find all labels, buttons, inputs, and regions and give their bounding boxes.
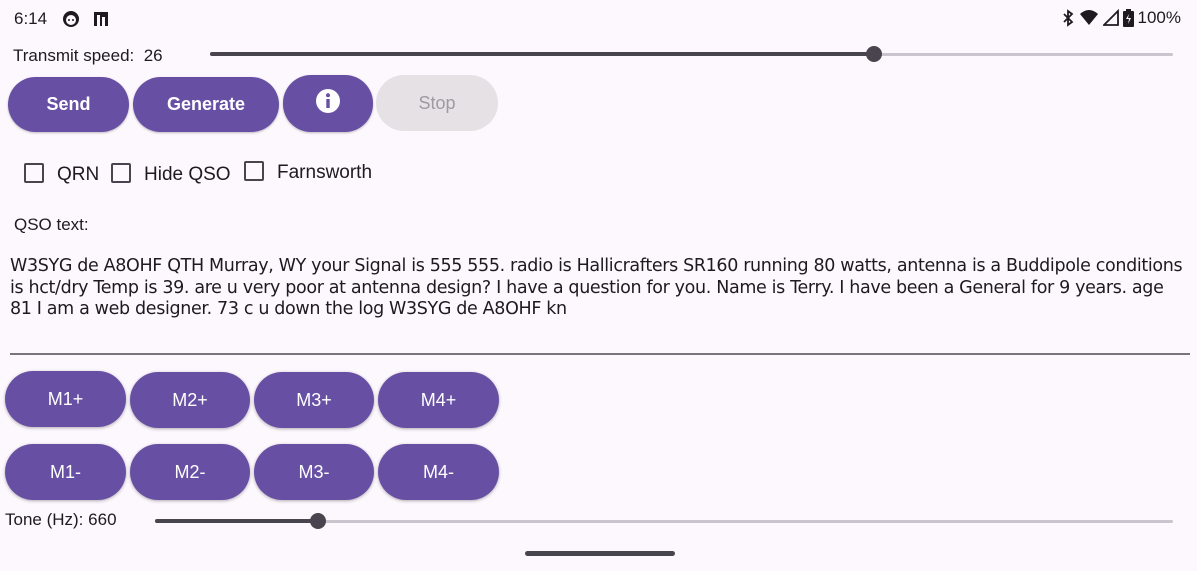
hide-qso-label: Hide QSO — [144, 164, 231, 185]
farnsworth-checkbox[interactable] — [244, 161, 264, 181]
m4-plus-button[interactable]: M4+ — [378, 372, 499, 428]
tone-value: 660 — [88, 510, 117, 529]
transmit-speed-text: Transmit speed: — [13, 46, 135, 65]
generate-button[interactable]: Generate — [133, 77, 279, 132]
tone-text: Tone (Hz): — [5, 510, 84, 529]
m2-plus-button[interactable]: M2+ — [130, 372, 250, 428]
battery-percent: 100% — [1137, 8, 1181, 27]
status-right: 100% — [1061, 8, 1181, 28]
info-button[interactable] — [283, 75, 373, 132]
tone-slider-active-track — [155, 519, 318, 523]
m4-minus-button[interactable]: M4- — [378, 444, 499, 500]
farnsworth-label: Farnsworth — [277, 162, 373, 183]
m1-minus-button[interactable]: M1- — [5, 444, 126, 500]
m3-plus-button[interactable]: M3+ — [254, 372, 374, 428]
stop-button[interactable]: Stop — [376, 75, 498, 131]
m1-plus-button[interactable]: M1+ — [5, 371, 126, 427]
nav-gesture-handle[interactable] — [525, 551, 675, 556]
qso-text-body[interactable]: W3SYG de A8OHF QTH Murray, WY your Signa… — [10, 256, 1188, 321]
info-icon — [315, 88, 341, 119]
transmit-speed-value: 26 — [143, 46, 163, 65]
m3-minus-button[interactable]: M3- — [254, 444, 374, 500]
wifi-icon — [1079, 9, 1099, 27]
battery-icon — [1122, 9, 1134, 27]
tone-label: Tone (Hz): 660 — [5, 510, 117, 530]
tone-slider[interactable] — [155, 511, 1173, 531]
battery-saver-icon — [92, 10, 110, 28]
signal-icon — [1102, 9, 1119, 27]
speed-slider-thumb[interactable] — [866, 46, 882, 62]
tone-slider-thumb[interactable] — [310, 513, 326, 529]
transmit-speed-slider[interactable] — [210, 44, 1173, 64]
bluetooth-icon — [1061, 9, 1075, 27]
speed-slider-active-track — [210, 52, 874, 56]
send-button[interactable]: Send — [8, 77, 129, 132]
qrn-label: QRN — [57, 164, 100, 185]
qrn-checkbox[interactable] — [24, 163, 44, 183]
status-time: 6:14 — [14, 9, 48, 28]
transmit-speed-label: Transmit speed: 26 — [13, 46, 163, 66]
hide-qso-checkbox[interactable] — [111, 163, 131, 183]
qso-divider — [10, 353, 1190, 355]
qso-text-label: QSO text: — [14, 215, 89, 234]
face-icon — [62, 10, 80, 28]
m2-minus-button[interactable]: M2- — [130, 444, 250, 500]
